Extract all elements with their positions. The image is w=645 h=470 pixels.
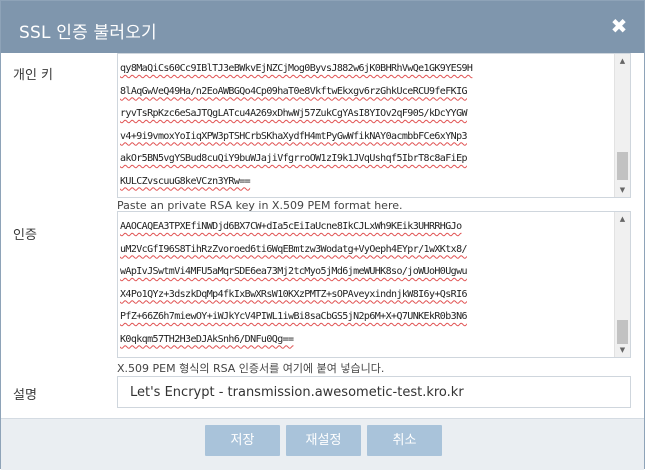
- dialog-title: SSL 인증 불러오기: [19, 23, 157, 43]
- private-key-scrollbar[interactable]: ▲ ▼: [614, 54, 630, 197]
- scrollbar-thumb[interactable]: [617, 320, 628, 344]
- certificate-line: PfZ+66Z6h7miewOY+iWJkYcV4PIWL1iwBi8saCbG…: [120, 311, 468, 322]
- certificate-line: AAOCAQEA3TPXEfiNWDjd6BX7CW+dIa5cEiIaUcne…: [120, 221, 462, 232]
- certificate-textarea[interactable]: AAOCAQEA3TPXEfiNWDjd6BX7CW+dIa5cEiIaUcne…: [117, 211, 631, 358]
- certificate-line: wApIvJSwtmVi4MFU5aMqrSDE6ea73Mj2tcMyo5jM…: [120, 266, 468, 277]
- certificate-help: X.509 PEM 형식의 RSA 인증서를 여기에 붙여 넣습니다.: [117, 362, 385, 375]
- description-label: 설명: [13, 388, 37, 403]
- scroll-down-arrow-icon[interactable]: ▼: [615, 183, 630, 197]
- private-key-line: v4+9i9vmoxYoIiqXPW3pTSHCrbSKhaXydfH4mtPy…: [120, 130, 468, 142]
- scrollbar-thumb[interactable]: [617, 152, 628, 180]
- scroll-up-arrow-icon[interactable]: ▲: [615, 54, 630, 68]
- private-key-line: KULCZvscuuG8keVCzn3YRw==: [120, 175, 251, 187]
- certificate-content: AAOCAQEA3TPXEfiNWDjd6BX7CW+dIa5cEiIaUcne…: [118, 212, 614, 357]
- private-key-line: ryvTsRpKzc6eSaJTQgLATcu4A269xDhwWj57ZukC…: [120, 108, 468, 119]
- private-key-line: 8lAqGwVeQ49Ha/n2EoAWBGQo4Cp09haT0e8Vkftw…: [120, 85, 468, 97]
- ssl-import-dialog: SSL 인증 불러오기 ✖ 개인 키 qy8MaQiCs60Cc9IBlTJ3e…: [0, 0, 645, 470]
- certificate-label: 인증: [13, 228, 37, 243]
- private-key-label: 개인 키: [13, 68, 54, 83]
- reset-button[interactable]: 재설정: [286, 425, 361, 456]
- certificate-line: uM2VcGfI96S8TihRzZvoroed6ti6WqEBmtzw3Wod…: [120, 243, 468, 255]
- private-key-line: -----END PRIVATE KEY-----: [120, 193, 614, 197]
- certificate-scrollbar[interactable]: ▲ ▼: [614, 212, 630, 357]
- description-input[interactable]: [117, 376, 631, 408]
- private-key-content: qy8MaQiCs60Cc9IBlTJ3eBWkvEjNZCjMog0ByvsJ…: [118, 54, 614, 197]
- cancel-button[interactable]: 취소: [367, 425, 442, 456]
- certificate-line: -----END CERTIFICATE-----: [120, 351, 614, 357]
- private-key-textarea[interactable]: qy8MaQiCs60Cc9IBlTJ3eBWkvEjNZCjMog0ByvsJ…: [117, 53, 631, 198]
- close-icon[interactable]: ✖: [608, 15, 630, 37]
- save-button[interactable]: 저장: [205, 425, 280, 456]
- scroll-down-arrow-icon[interactable]: ▼: [615, 343, 630, 357]
- private-key-line: akOr5BN5vgYSBud8cuQiY9buWJajiVfgrroOW1zI…: [120, 153, 468, 164]
- certificate-line: X4Po1QYz+3dszkDqMp4fkIxBwXRsW10KXzPMTZ+s…: [120, 288, 468, 300]
- certificate-line: K0qkqm57TH2H3eDJAkSnh6/DNFu0Qg==: [120, 333, 294, 345]
- private-key-line: qy8MaQiCs60Cc9IBlTJ3eBWkvEjNZCjMog0ByvsJ…: [120, 63, 473, 74]
- dialog-footer: 저장 재설정 취소: [1, 418, 644, 470]
- scroll-up-arrow-icon[interactable]: ▲: [615, 212, 630, 226]
- dialog-titlebar: SSL 인증 불러오기 ✖: [1, 1, 644, 53]
